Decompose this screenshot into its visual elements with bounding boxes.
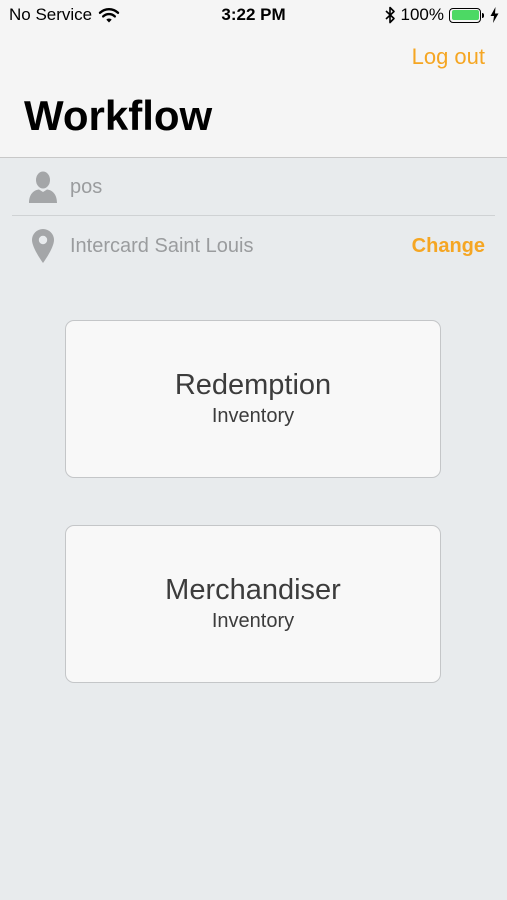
page-title: Workflow [24, 92, 213, 139]
user-row: pos [12, 159, 495, 216]
status-bar: No Service 3:22 PM 100% [0, 0, 507, 30]
status-right-group: 100% [384, 5, 499, 25]
workflow-title: Redemption [174, 369, 332, 402]
location-pin-icon [32, 229, 54, 263]
workflow-title: Merchandiser [165, 574, 341, 607]
header: No Service 3:22 PM 100% Log out Workflow [0, 0, 507, 158]
location-row: Intercard Saint Louis Change [12, 218, 495, 274]
workflow-subtitle: Inventory [211, 404, 295, 427]
battery-icon [449, 7, 484, 23]
location-icon-wrap [26, 228, 60, 264]
location-name: Intercard Saint Louis [70, 234, 254, 257]
battery-percent: 100% [400, 5, 444, 24]
user-name: pos [70, 175, 103, 198]
user-icon-wrap [26, 170, 60, 204]
workflow-subtitle: Inventory [211, 609, 295, 632]
user-icon [29, 171, 57, 203]
charging-bolt-icon [490, 7, 499, 23]
redemption-inventory-button[interactable]: Redemption Inventory [65, 320, 441, 478]
logout-button[interactable]: Log out [412, 44, 485, 70]
bluetooth-icon [384, 6, 395, 24]
merchandiser-inventory-button[interactable]: Merchandiser Inventory [65, 525, 441, 683]
change-location-button[interactable]: Change [412, 235, 485, 258]
